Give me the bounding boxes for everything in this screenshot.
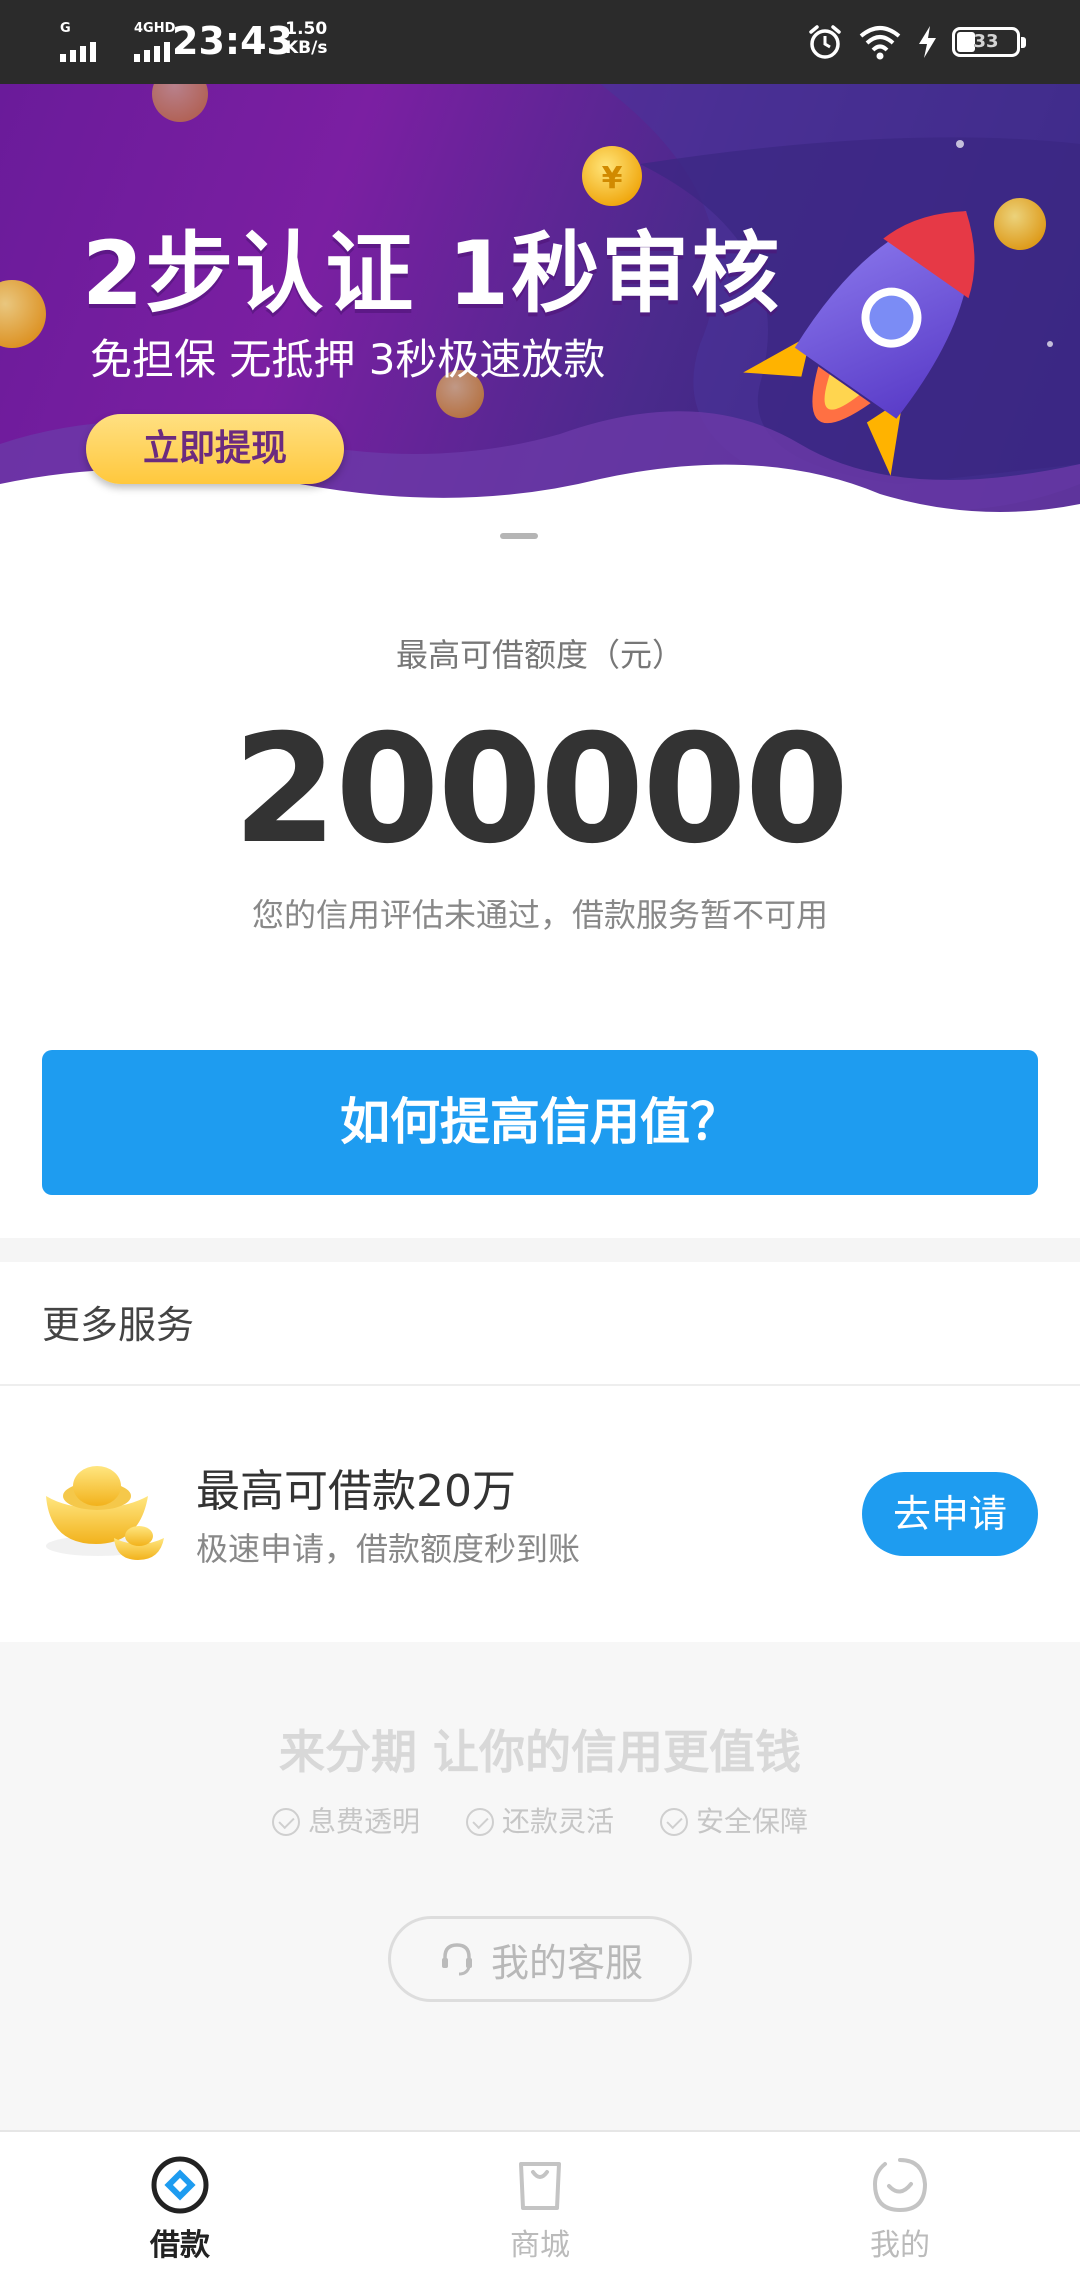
status-bar: G 4GHD 23:43 1.50 KB/s 33 xyxy=(0,0,1080,84)
charging-icon xyxy=(919,26,936,58)
withdraw-now-button[interactable]: 立即提现 xyxy=(86,414,344,484)
feature-list: 息费透明 还款灵活 安全保障 xyxy=(0,1800,1080,1844)
feature-label: 安全保障 xyxy=(696,1805,809,1838)
network-speed: 1.50 KB/s xyxy=(285,20,327,58)
tab-profile[interactable]: 我的 xyxy=(720,2132,1080,2280)
credit-status-note: 您的信用评估未通过，借款服务暂不可用 xyxy=(251,896,828,934)
feature-label: 息费透明 xyxy=(307,1805,420,1838)
footer-area xyxy=(0,1642,1080,2130)
gold-ingot-icon xyxy=(46,1466,164,1560)
banner-title: 2步认证 1秒审核 xyxy=(82,222,782,325)
check-circle-icon xyxy=(271,1808,300,1836)
status-icons: 33 xyxy=(806,20,1026,64)
check-circle-icon xyxy=(465,1808,494,1836)
profile-icon xyxy=(872,2158,928,2213)
speed-unit: KB/s xyxy=(285,38,328,58)
tab-label: 借款 xyxy=(150,2228,210,2263)
service-title: 最高可借款20万 xyxy=(196,1466,516,1517)
feature-item: 息费透明 xyxy=(271,1800,420,1844)
carousel-dot-active xyxy=(500,533,538,539)
feature-label: 还款灵活 xyxy=(501,1805,614,1838)
carousel-indicator xyxy=(500,533,574,539)
bottom-tab-bar: 借款 商城 我的 xyxy=(0,2130,1080,2280)
feature-item: 安全保障 xyxy=(660,1800,808,1844)
slogan: 来分期 让你的信用更值钱 xyxy=(278,1725,801,1779)
tab-label: 我的 xyxy=(870,2228,930,2263)
network-type-2: 4GHD xyxy=(134,21,176,36)
tab-loan[interactable]: 借款 xyxy=(0,2132,360,2280)
check-circle-icon xyxy=(660,1808,688,1836)
battery-icon: 33 xyxy=(952,27,1026,57)
promo-banner[interactable]: ¥ 2步认证 1秒审核 免担保 无抵押 3秒极速放款 立即提现 xyxy=(0,84,1080,554)
alarm-icon xyxy=(809,25,841,59)
clock: 23:43 xyxy=(172,19,293,63)
wifi-icon xyxy=(859,26,901,60)
tab-shop[interactable]: 商城 xyxy=(360,2132,720,2280)
customer-service-label: 我的客服 xyxy=(490,1940,643,1985)
speed-value: 1.50 xyxy=(285,19,328,39)
apply-button[interactable]: 去申请 xyxy=(862,1472,1038,1556)
service-subtitle: 极速申请，借款额度秒到账 xyxy=(196,1530,581,1568)
section-separator xyxy=(0,1238,1080,1262)
service-item-loan[interactable]: 最高可借款20万 极速申请，借款额度秒到账 去申请 xyxy=(0,1386,1080,1642)
headset-icon xyxy=(441,1943,472,1976)
credit-limit-label: 最高可借额度（元） xyxy=(395,636,684,674)
feature-item: 还款灵活 xyxy=(465,1800,614,1844)
customer-service-button[interactable]: 我的客服 xyxy=(388,1916,692,2002)
shop-icon xyxy=(519,2162,561,2210)
svg-text:¥: ¥ xyxy=(602,161,623,196)
signal-icon: G xyxy=(60,22,108,62)
credit-limit-amount: 200000 xyxy=(232,703,849,877)
more-services-title: 更多服务 xyxy=(42,1303,195,1347)
network-type-1: G xyxy=(60,21,71,36)
improve-credit-button[interactable]: 如何提高信用值？ xyxy=(42,1050,1038,1195)
loan-icon xyxy=(151,2156,209,2214)
battery-level: 33 xyxy=(973,31,999,52)
signal-indicators: G 4GHD xyxy=(60,22,182,62)
banner-subtitle: 免担保 无抵押 3秒极速放款 xyxy=(90,335,606,384)
carousel-dot xyxy=(544,533,574,539)
tab-label: 商城 xyxy=(510,2228,570,2263)
